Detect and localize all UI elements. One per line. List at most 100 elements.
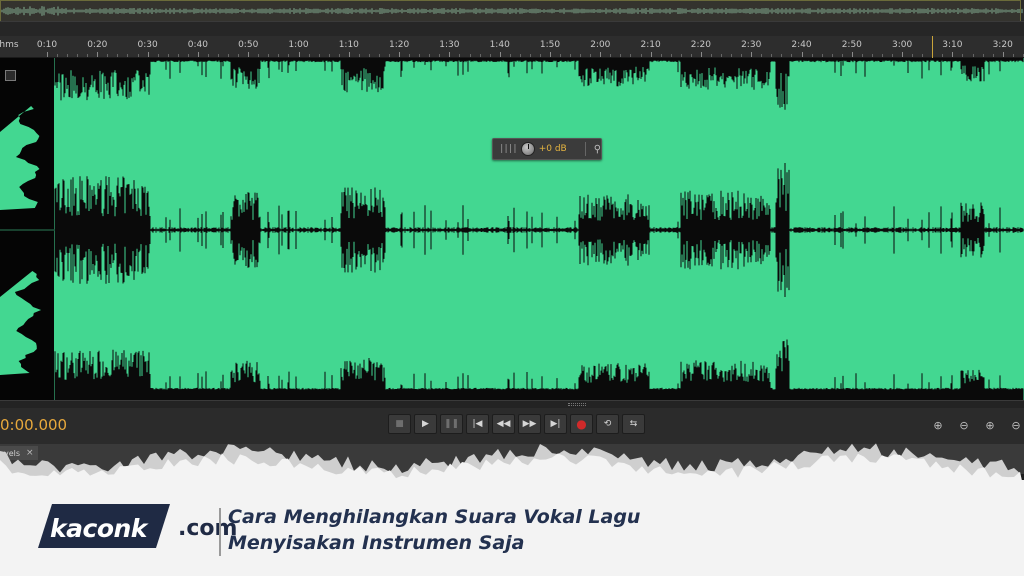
stereo-waveform <box>0 58 1024 400</box>
ruler-tick-mark <box>97 52 99 57</box>
loop-icon: ⟲ <box>603 419 612 429</box>
splitter-grip[interactable] <box>568 403 586 406</box>
ruler-minor-tick <box>409 54 411 57</box>
ruler-tick-label: 3:20 <box>992 40 1013 50</box>
ruler-tick-mark <box>499 52 501 57</box>
panel-splitter[interactable] <box>0 400 1024 408</box>
ruler-tick-label: 1:50 <box>539 40 561 50</box>
ruler-minor-tick <box>218 54 220 57</box>
time-ruler[interactable]: hms 0:10 0:20 0:30 0:40 0:50 1:00 1:10 1:20 1:30… <box>0 36 1024 58</box>
ruler-tick-mark <box>851 52 853 57</box>
ruler-minor-tick <box>892 54 894 57</box>
ruler-minor-tick <box>268 54 270 57</box>
waveform-overview[interactable] <box>0 0 1024 22</box>
ruler-minor-tick <box>972 54 974 57</box>
ruler-minor-tick <box>761 54 763 57</box>
ruler-tick-label: 3:00 <box>891 40 913 50</box>
ruler-minor-tick <box>137 54 139 57</box>
playhead-marker[interactable] <box>932 36 933 58</box>
ruler-tick-mark <box>248 52 250 57</box>
ruler-tick-mark <box>751 52 753 57</box>
ruler-minor-tick <box>107 54 109 57</box>
volume-knob[interactable] <box>520 142 535 156</box>
waveform-display[interactable]: |||| +0 dB ⚲ <box>0 58 1024 400</box>
stop-icon: ■ <box>395 419 404 429</box>
ruler-tick-label: 2:40 <box>791 40 812 50</box>
ruler-minor-tick <box>731 54 733 57</box>
ruler-minor-tick <box>841 54 843 57</box>
ruler-minor-tick <box>258 54 260 57</box>
ruler-minor-tick <box>771 54 773 57</box>
ruler-minor-tick <box>529 54 531 57</box>
ruler-minor-tick <box>378 54 380 57</box>
ruler-minor-tick <box>87 54 89 57</box>
ruler-minor-tick <box>57 54 59 57</box>
ruler-minor-tick <box>791 54 793 57</box>
ruler-minor-tick <box>288 54 290 57</box>
ruler-minor-tick <box>127 54 129 57</box>
hud-divider <box>584 142 586 156</box>
ruler-tick-mark <box>902 52 904 57</box>
ruler-minor-tick <box>710 54 712 57</box>
ruler-minor-tick <box>419 54 421 57</box>
ruler-minor-tick <box>690 54 692 57</box>
ruler-minor-tick <box>177 54 179 57</box>
ruler-tick-mark <box>550 52 551 57</box>
ruler-minor-tick <box>781 54 783 57</box>
ruler-tick-label: 0:50 <box>238 40 259 50</box>
ruler-minor-tick <box>228 54 230 57</box>
ruler-tick-label: 0:40 <box>187 40 208 50</box>
ruler-minor-tick <box>338 54 340 57</box>
ruler-tick-label: 2:30 <box>741 40 762 50</box>
ruler-minor-tick <box>238 54 240 57</box>
ruler-minor-tick <box>318 54 320 57</box>
ruler-tick-mark <box>600 52 602 57</box>
ruler-minor-tick <box>207 54 209 57</box>
ruler-minor-tick <box>117 54 119 57</box>
ruler-minor-tick <box>912 54 914 57</box>
ruler-tick-mark <box>399 52 401 57</box>
channel-toggle-icon[interactable] <box>5 70 16 81</box>
volume-hud[interactable]: |||| +0 dB ⚲ <box>492 138 602 160</box>
ruler-minor-tick <box>982 54 984 57</box>
level-bars-icon: |||| <box>499 144 518 154</box>
ruler-tick-label: 3:10 <box>942 40 963 50</box>
ruler-minor-tick <box>308 54 310 57</box>
ruler-minor-tick <box>368 54 370 57</box>
ruler-minor-tick <box>539 54 541 57</box>
ruler-minor-tick <box>741 54 743 57</box>
ruler-minor-tick <box>620 54 622 57</box>
ruler-tick-label: 1:40 <box>489 40 510 50</box>
ruler-tick-mark <box>1002 52 1004 57</box>
ruler-minor-tick <box>942 54 944 57</box>
volume-value: +0 dB <box>538 144 567 154</box>
site-logo: kaconk .com <box>38 504 237 554</box>
pin-icon[interactable]: ⚲ <box>594 144 601 155</box>
ruler-tick-label: 2:00 <box>590 40 611 50</box>
rewind-icon: ◀◀ <box>496 419 511 429</box>
ruler-tick-mark <box>197 52 199 57</box>
fast-forward-icon: ▶▶ <box>522 419 537 429</box>
ruler-minor-tick <box>459 54 461 57</box>
headline-line-1: Cara Menghilangkan Suara Vokal Lagu <box>228 506 641 528</box>
ruler-tick-mark <box>952 52 954 57</box>
ruler-minor-tick <box>570 54 572 57</box>
play-icon: ▶ <box>422 419 429 429</box>
title-banner: kaconk .com Cara Menghilangkan Suara Vok… <box>0 480 1024 576</box>
ruler-tick-label: 0:20 <box>87 40 108 50</box>
ruler-minor-tick <box>328 54 330 57</box>
ruler-minor-tick <box>580 54 582 57</box>
ruler-tick-label: 2:50 <box>841 40 862 50</box>
logo-text: kaconk <box>50 514 147 543</box>
ruler-minor-tick <box>77 54 79 57</box>
ruler-minor-tick <box>721 54 723 57</box>
ruler-minor-tick <box>489 54 491 57</box>
ruler-minor-tick <box>439 54 441 57</box>
ruler-minor-tick <box>861 54 863 57</box>
ruler-minor-tick <box>509 54 511 57</box>
ruler-tick-mark <box>801 52 803 57</box>
overview-visible-range[interactable] <box>0 0 1021 21</box>
ruler-minor-tick <box>358 54 360 57</box>
ruler-minor-tick <box>187 54 189 57</box>
ruler-minor-tick <box>922 54 924 57</box>
